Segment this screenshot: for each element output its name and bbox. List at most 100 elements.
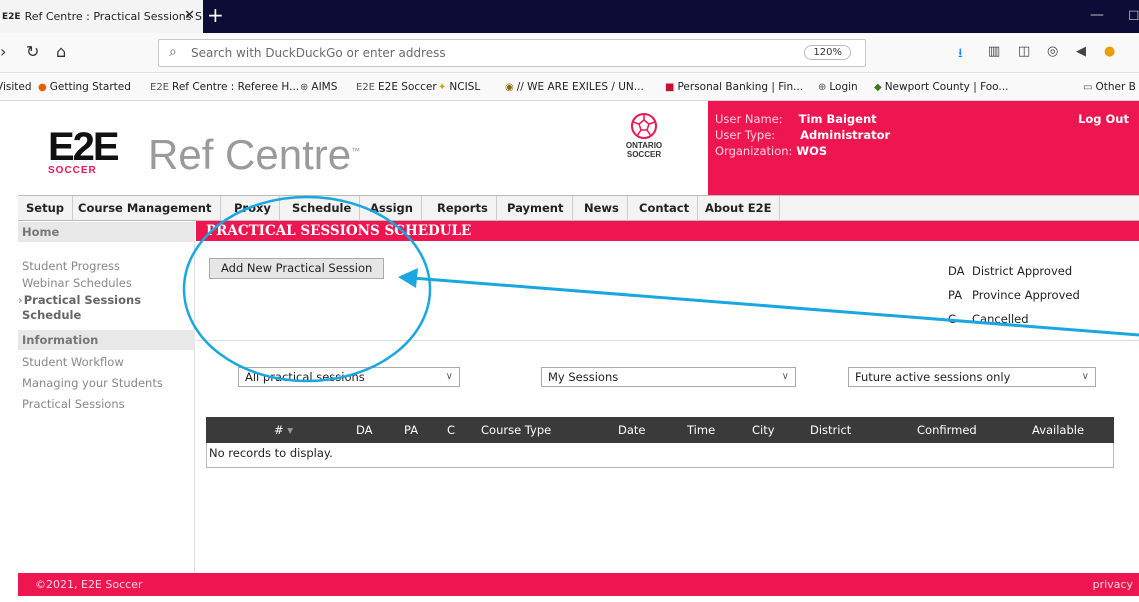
logout-link[interactable]: Log Out	[1078, 112, 1129, 126]
coin-extension-icon[interactable]: ●	[1104, 44, 1115, 59]
legend-abbr: C	[948, 312, 957, 326]
ref-centre-page: E2E SOCCER Ref Centre™ ONTARIO SOCCER Us…	[18, 101, 1139, 602]
bookmark-label: // WE ARE EXILES / UN...	[516, 81, 644, 93]
sidebar-active-label-1: Practical Sessions	[23, 293, 142, 307]
menu-schedule[interactable]: Schedule	[284, 196, 361, 221]
bookmark-label: AIMS	[311, 81, 338, 93]
bookmark-newport[interactable]: ◆ Newport County | Foo...	[874, 81, 1008, 93]
bank-icon: ■	[665, 82, 675, 93]
menu-setup[interactable]: Setup	[18, 196, 73, 221]
menu-about[interactable]: About E2E	[697, 196, 781, 221]
search-icon: ⌕	[169, 44, 177, 60]
globe-icon: ⊕	[818, 82, 827, 93]
bookmark-exiles[interactable]: ◉// WE ARE EXILES / UN...	[505, 81, 644, 93]
col-course-type[interactable]: Course Type	[481, 423, 551, 437]
owner-filter-select[interactable]: My Sessions ∨	[541, 367, 796, 387]
zoom-indicator[interactable]: 120%	[804, 45, 851, 60]
col-district[interactable]: District	[810, 423, 851, 437]
globe-icon: ⊕	[300, 82, 309, 93]
menu-proxy[interactable]: Proxy	[226, 196, 280, 221]
user-name-row: User Name: Tim Baigent	[715, 112, 877, 126]
ncisl-icon: ✦	[438, 82, 447, 93]
bookmark-aims[interactable]: ⊕ AIMS	[300, 81, 337, 93]
trademark-mark: ™	[351, 146, 361, 156]
sidebar-active-label-2: Schedule	[22, 308, 82, 322]
bookmark-getting-started[interactable]: ● Getting Started	[38, 81, 131, 93]
col-da[interactable]: DA	[356, 423, 373, 437]
bookmark-most-visited[interactable]: Visited	[0, 81, 32, 93]
col-c[interactable]: C	[447, 423, 455, 437]
download-icon[interactable]: ⭳	[958, 44, 963, 66]
sidebar-item-student-progress[interactable]: Student Progress	[18, 259, 120, 274]
user-name-label: User Name:	[715, 112, 783, 126]
firefox-icon: ●	[38, 82, 47, 93]
browser-tabbar: E2E Ref Centre : Practical Sessions S ✕ …	[0, 0, 1139, 33]
sidebar-item-practical-sessions[interactable]: Practical Sessions	[18, 397, 125, 412]
legend-text: Province Approved	[972, 288, 1080, 302]
menu-reports[interactable]: Reports	[429, 196, 497, 221]
tab-title: Ref Centre : Practical Sessions S	[24, 10, 202, 23]
sidebar-item-managing-students[interactable]: Managing your Students	[18, 376, 163, 391]
sidebar-item-practical-sessions-schedule[interactable]: ›Practical Sessions Schedule	[18, 293, 141, 323]
legend-item: PA Province Approved	[948, 288, 1080, 302]
forward-icon[interactable]: ›	[0, 42, 6, 61]
speaker-icon[interactable]: ◀	[1076, 44, 1086, 59]
browser-tab[interactable]: E2E Ref Centre : Practical Sessions S ✕	[0, 0, 203, 33]
bookmark-other[interactable]: ▭ Other B	[1083, 81, 1136, 93]
col-date[interactable]: Date	[618, 423, 646, 437]
active-arrow-icon: ›	[18, 293, 23, 307]
sidebar: Home Student Progress Webinar Schedules …	[18, 221, 195, 573]
new-tab-button[interactable]: +	[207, 3, 224, 27]
menu-news[interactable]: News	[576, 196, 628, 221]
col-time[interactable]: Time	[687, 423, 715, 437]
close-tab-icon[interactable]: ✕	[184, 8, 195, 23]
home-icon[interactable]: ⌂	[56, 42, 66, 61]
library-icon[interactable]: ▥	[988, 44, 1000, 59]
menu-contact[interactable]: Contact	[631, 196, 699, 221]
user-info-panel: User Name: Tim Baigent User Type: Administ…	[708, 101, 1139, 195]
bookmark-banking[interactable]: ■ Personal Banking | Fin...	[665, 81, 803, 93]
browser-navbar: › ↻ ⌂ ⌕ Search with DuckDuckGo or enter …	[0, 33, 1139, 73]
menu-assign[interactable]: Assign	[362, 196, 422, 221]
bookmark-e2e-soccer[interactable]: E2E E2E Soccer	[356, 81, 437, 93]
minimize-icon[interactable]: —	[1090, 7, 1104, 23]
maximize-icon[interactable]: ◻	[1128, 7, 1139, 23]
col-number-label: #	[274, 423, 284, 437]
sessions-filter-select[interactable]: All practical sessions ∨	[238, 367, 460, 387]
empty-grid-message: No records to display.	[209, 446, 333, 460]
bookmark-ncisl[interactable]: ✦ NCISL	[438, 81, 480, 93]
sort-icon: ▾	[287, 423, 294, 437]
bookmark-login[interactable]: ⊕ Login	[818, 81, 858, 93]
legend-text: Cancelled	[972, 312, 1029, 326]
add-practical-session-button[interactable]: Add New Practical Session	[209, 258, 385, 279]
sidebar-toggle-icon[interactable]: ◫	[1018, 44, 1030, 59]
bookmark-label: Other B	[1095, 81, 1136, 93]
section-divider	[196, 340, 1139, 341]
col-pa[interactable]: PA	[404, 423, 418, 437]
shield-icon: ◆	[874, 82, 882, 93]
col-number[interactable]: # ▾	[274, 423, 293, 437]
sidebar-item-webinar-schedules[interactable]: Webinar Schedules	[18, 276, 132, 291]
bookmark-label: Newport County | Foo...	[884, 81, 1009, 93]
select-value: Future active sessions only	[855, 370, 1011, 384]
timeframe-filter-select[interactable]: Future active sessions only ∨	[848, 367, 1096, 387]
sidebar-home[interactable]: Home	[18, 222, 195, 242]
menu-payment[interactable]: Payment	[499, 196, 573, 221]
privacy-link[interactable]: privacy	[1093, 573, 1133, 596]
extension-icon[interactable]: ◎	[1047, 44, 1058, 59]
col-available[interactable]: Available	[1032, 423, 1084, 437]
col-confirmed[interactable]: Confirmed	[917, 423, 977, 437]
bookmark-label: Ref Centre : Referee H...	[172, 81, 300, 93]
soccer-ball-icon	[631, 113, 657, 139]
e2e-soccer-logo[interactable]: E2E SOCCER	[48, 127, 120, 176]
organization-value: WOS	[796, 144, 828, 158]
sidebar-item-student-workflow[interactable]: Student Workflow	[18, 355, 124, 370]
menu-course-management[interactable]: Course Management	[70, 196, 221, 221]
copyright-text: ©2021, E2E Soccer	[35, 578, 143, 591]
bookmark-label: Visited	[0, 81, 32, 93]
col-city[interactable]: City	[752, 423, 775, 437]
bookmark-ref-centre[interactable]: E2E Ref Centre : Referee H...	[150, 81, 299, 93]
reload-icon[interactable]: ↻	[26, 42, 39, 61]
address-bar[interactable]: ⌕ Search with DuckDuckGo or enter addres…	[158, 39, 866, 67]
bookmark-label: Getting Started	[49, 81, 131, 93]
